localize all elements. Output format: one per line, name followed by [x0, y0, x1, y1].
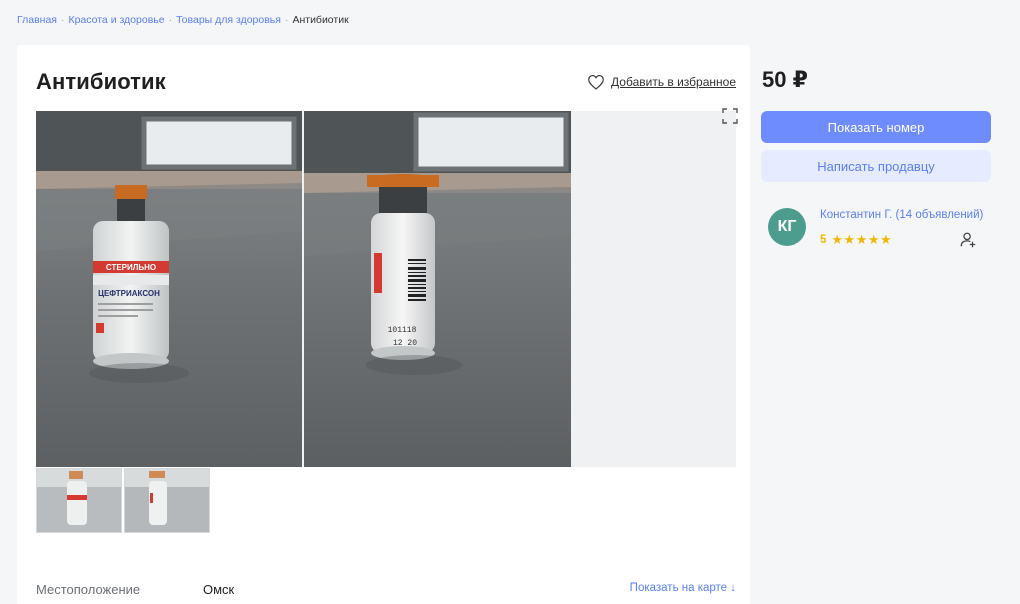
breadcrumb: Главная · Красота и здоровье · Товары дл… — [17, 14, 349, 26]
page-title: Антибиотик — [36, 69, 166, 94]
vial-batch-code: 101118 — [388, 326, 417, 335]
add-to-favorites-label: Добавить в избранное — [611, 75, 736, 89]
price: 50 ₽ — [762, 67, 808, 92]
expand-icon[interactable] — [722, 108, 738, 124]
breadcrumb-home[interactable]: Главная — [17, 14, 57, 26]
seller-rating: 5 ★★★★★ — [820, 232, 892, 248]
thumbnail-strip — [36, 468, 210, 533]
location-value: Омск — [203, 582, 235, 597]
star-icon: ★★★★★ — [831, 232, 893, 247]
product-photo-1[interactable]: СТЕРИЛЬНО ЦЕФТРИАКСОН — [36, 111, 302, 467]
breadcrumb-beauty-health[interactable]: Красота и здоровье — [68, 14, 164, 26]
thumbnail-1[interactable] — [36, 468, 122, 533]
breadcrumb-separator: · — [60, 14, 65, 26]
rating-value: 5 — [820, 234, 827, 246]
listing-card: Антибиотик Добавить в избранное СТЕРИЛЬН… — [17, 45, 750, 604]
seller-name-link[interactable]: Константин Г. (14 объявлений) — [820, 209, 986, 221]
breadcrumb-separator: · — [168, 14, 173, 26]
product-photo-2[interactable]: 101118 12 20 — [304, 111, 571, 467]
add-to-favorites-button[interactable]: Добавить в избранное — [587, 74, 736, 90]
avatar[interactable]: КГ — [768, 208, 806, 246]
photo-gallery[interactable]: СТЕРИЛЬНО ЦЕФТРИАКСОН 101118 12 20 — [36, 111, 736, 467]
breadcrumb-current: Антибиотик — [292, 14, 349, 26]
heart-icon — [588, 75, 604, 90]
vial-sticker-text: СТЕРИЛЬНО — [106, 263, 156, 272]
seller-card: КГ Константин Г. (14 объявлений) 5 ★★★★★ — [761, 195, 991, 263]
show-on-map-link[interactable]: Показать на карте ↓ — [630, 582, 736, 594]
location-label: Местоположение — [36, 582, 141, 597]
subscribe-user-icon[interactable] — [959, 231, 977, 249]
breadcrumb-health-goods[interactable]: Товары для здоровья — [176, 14, 281, 26]
show-phone-button[interactable]: Показать номер — [761, 111, 991, 143]
thumbnail-2[interactable] — [124, 468, 210, 533]
breadcrumb-separator: · — [284, 14, 289, 26]
write-seller-button[interactable]: Написать продавцу — [761, 150, 991, 182]
vial-drug-name: ЦЕФТРИАКСОН — [98, 289, 160, 298]
